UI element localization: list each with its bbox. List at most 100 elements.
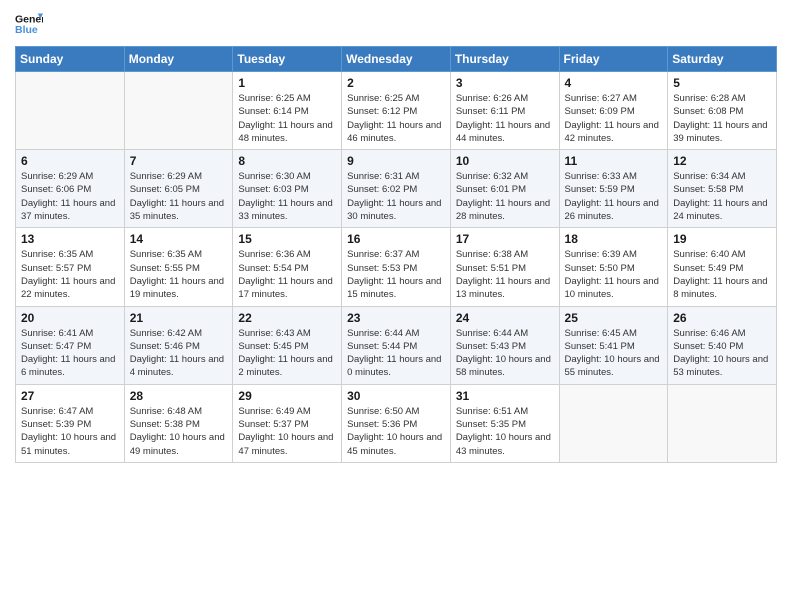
day-cell: 31Sunrise: 6:51 AM Sunset: 5:35 PM Dayli… [450,384,559,462]
day-info: Sunrise: 6:36 AM Sunset: 5:54 PM Dayligh… [238,248,336,301]
col-thursday: Thursday [450,47,559,72]
day-info: Sunrise: 6:46 AM Sunset: 5:40 PM Dayligh… [673,327,771,380]
day-number: 2 [347,76,445,90]
day-cell: 27 Sunrise: 6:47 AM Sunset: 5:39 PM Dayli… [16,384,125,462]
day-info: Sunrise: 6:43 AM Sunset: 5:45 PM Dayligh… [238,327,336,380]
day-cell: 22 Sunrise: 6:43 AM Sunset: 5:45 PM Dayli… [233,306,342,384]
day-cell: 20 Sunrise: 6:41 AM Sunset: 5:47 PM Dayli… [16,306,125,384]
col-friday: Friday [559,47,668,72]
day-info: Sunrise: 6:25 AM Sunset: 6:12 PM Dayligh… [347,92,445,145]
page-header: General Blue [15,10,777,38]
day-number: 20 [21,311,119,325]
day-info: Sunrise: 6:38 AM Sunset: 5:51 PM Dayligh… [456,248,554,301]
day-info: Sunrise: 6:30 AM Sunset: 6:03 PM Dayligh… [238,170,336,223]
day-cell: 14 Sunrise: 6:35 AM Sunset: 5:55 PM Dayli… [124,228,233,306]
day-number: 26 [673,311,771,325]
day-cell: 15 Sunrise: 6:36 AM Sunset: 5:54 PM Dayli… [233,228,342,306]
day-cell: 25Sunrise: 6:45 AM Sunset: 5:41 PM Dayli… [559,306,668,384]
day-info: Sunrise: 6:29 AM Sunset: 6:06 PM Dayligh… [21,170,119,223]
day-number: 15 [238,232,336,246]
day-info: Sunrise: 6:25 AM Sunset: 6:14 PM Dayligh… [238,92,336,145]
col-wednesday: Wednesday [342,47,451,72]
day-info: Sunrise: 6:40 AM Sunset: 5:49 PM Dayligh… [673,248,771,301]
day-cell [16,72,125,150]
week-row-1: 1Sunrise: 6:25 AM Sunset: 6:14 PM Daylig… [16,72,777,150]
day-number: 14 [130,232,228,246]
day-cell: 13 Sunrise: 6:35 AM Sunset: 5:57 PM Dayli… [16,228,125,306]
day-number: 19 [673,232,771,246]
day-info: Sunrise: 6:50 AM Sunset: 5:36 PM Dayligh… [347,405,445,458]
day-info: Sunrise: 6:47 AM Sunset: 5:39 PM Dayligh… [21,405,119,458]
day-number: 4 [565,76,663,90]
day-cell [124,72,233,150]
day-number: 5 [673,76,771,90]
day-cell: 16 Sunrise: 6:37 AM Sunset: 5:53 PM Dayli… [342,228,451,306]
day-number: 10 [456,154,554,168]
day-number: 31 [456,389,554,403]
day-cell: 28Sunrise: 6:48 AM Sunset: 5:38 PM Dayli… [124,384,233,462]
logo: General Blue [15,10,47,38]
day-number: 11 [565,154,663,168]
day-info: Sunrise: 6:33 AM Sunset: 5:59 PM Dayligh… [565,170,663,223]
day-number: 8 [238,154,336,168]
day-info: Sunrise: 6:45 AM Sunset: 5:41 PM Dayligh… [565,327,663,380]
day-info: Sunrise: 6:31 AM Sunset: 6:02 PM Dayligh… [347,170,445,223]
day-number: 29 [238,389,336,403]
day-info: Sunrise: 6:48 AM Sunset: 5:38 PM Dayligh… [130,405,228,458]
col-saturday: Saturday [668,47,777,72]
day-number: 27 [21,389,119,403]
day-cell: 21Sunrise: 6:42 AM Sunset: 5:46 PM Dayli… [124,306,233,384]
day-info: Sunrise: 6:41 AM Sunset: 5:47 PM Dayligh… [21,327,119,380]
day-number: 16 [347,232,445,246]
day-cell [668,384,777,462]
col-tuesday: Tuesday [233,47,342,72]
day-info: Sunrise: 6:49 AM Sunset: 5:37 PM Dayligh… [238,405,336,458]
day-cell: 29 Sunrise: 6:49 AM Sunset: 5:37 PM Dayli… [233,384,342,462]
day-info: Sunrise: 6:35 AM Sunset: 5:55 PM Dayligh… [130,248,228,301]
day-cell: 26 Sunrise: 6:46 AM Sunset: 5:40 PM Dayli… [668,306,777,384]
day-number: 24 [456,311,554,325]
col-sunday: Sunday [16,47,125,72]
week-row-5: 27 Sunrise: 6:47 AM Sunset: 5:39 PM Dayli… [16,384,777,462]
day-number: 18 [565,232,663,246]
weekday-row: Sunday Monday Tuesday Wednesday Thursday… [16,47,777,72]
day-cell: 4 Sunrise: 6:27 AM Sunset: 6:09 PM Daylig… [559,72,668,150]
col-monday: Monday [124,47,233,72]
svg-text:Blue: Blue [15,24,38,36]
week-row-4: 20 Sunrise: 6:41 AM Sunset: 5:47 PM Dayli… [16,306,777,384]
day-cell: 23Sunrise: 6:44 AM Sunset: 5:44 PM Dayli… [342,306,451,384]
calendar-header: Sunday Monday Tuesday Wednesday Thursday… [16,47,777,72]
day-number: 13 [21,232,119,246]
day-cell: 11 Sunrise: 6:33 AM Sunset: 5:59 PM Dayli… [559,150,668,228]
day-cell: 5Sunrise: 6:28 AM Sunset: 6:08 PM Daylig… [668,72,777,150]
day-info: Sunrise: 6:29 AM Sunset: 6:05 PM Dayligh… [130,170,228,223]
day-number: 22 [238,311,336,325]
day-info: Sunrise: 6:27 AM Sunset: 6:09 PM Dayligh… [565,92,663,145]
day-info: Sunrise: 6:34 AM Sunset: 5:58 PM Dayligh… [673,170,771,223]
day-cell: 3 Sunrise: 6:26 AM Sunset: 6:11 PM Daylig… [450,72,559,150]
day-cell: 30Sunrise: 6:50 AM Sunset: 5:36 PM Dayli… [342,384,451,462]
logo-icon: General Blue [15,10,43,38]
day-cell: 12 Sunrise: 6:34 AM Sunset: 5:58 PM Dayli… [668,150,777,228]
day-cell: 18Sunrise: 6:39 AM Sunset: 5:50 PM Dayli… [559,228,668,306]
day-cell: 19 Sunrise: 6:40 AM Sunset: 5:49 PM Dayli… [668,228,777,306]
day-cell: 8 Sunrise: 6:30 AM Sunset: 6:03 PM Daylig… [233,150,342,228]
day-number: 3 [456,76,554,90]
day-cell: 7Sunrise: 6:29 AM Sunset: 6:05 PM Daylig… [124,150,233,228]
day-cell: 17 Sunrise: 6:38 AM Sunset: 5:51 PM Dayli… [450,228,559,306]
day-cell: 1Sunrise: 6:25 AM Sunset: 6:14 PM Daylig… [233,72,342,150]
day-cell: 2 Sunrise: 6:25 AM Sunset: 6:12 PM Daylig… [342,72,451,150]
day-number: 17 [456,232,554,246]
week-row-3: 13 Sunrise: 6:35 AM Sunset: 5:57 PM Dayli… [16,228,777,306]
day-info: Sunrise: 6:44 AM Sunset: 5:43 PM Dayligh… [456,327,554,380]
day-cell [559,384,668,462]
week-row-2: 6Sunrise: 6:29 AM Sunset: 6:06 PM Daylig… [16,150,777,228]
day-info: Sunrise: 6:44 AM Sunset: 5:44 PM Dayligh… [347,327,445,380]
day-number: 12 [673,154,771,168]
day-info: Sunrise: 6:37 AM Sunset: 5:53 PM Dayligh… [347,248,445,301]
day-number: 9 [347,154,445,168]
day-info: Sunrise: 6:26 AM Sunset: 6:11 PM Dayligh… [456,92,554,145]
day-info: Sunrise: 6:32 AM Sunset: 6:01 PM Dayligh… [456,170,554,223]
day-cell: 9 Sunrise: 6:31 AM Sunset: 6:02 PM Daylig… [342,150,451,228]
day-info: Sunrise: 6:35 AM Sunset: 5:57 PM Dayligh… [21,248,119,301]
